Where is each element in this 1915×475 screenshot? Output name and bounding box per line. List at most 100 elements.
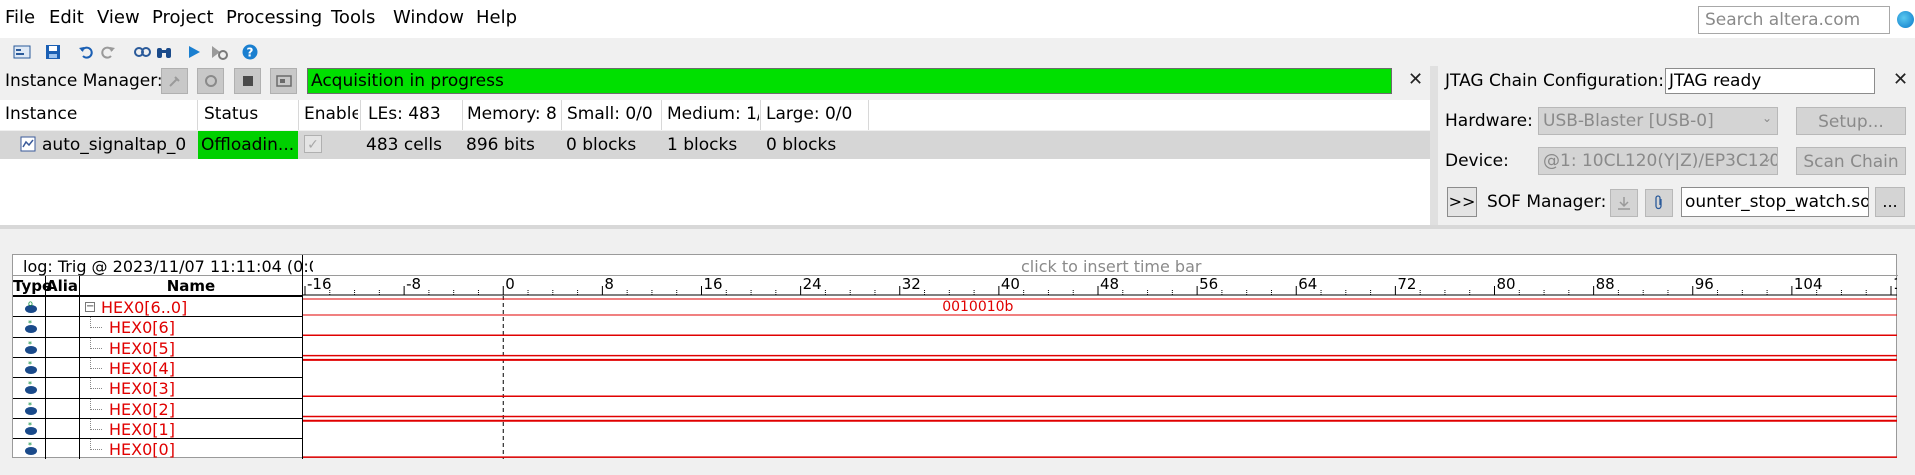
read-data-button[interactable] [270,68,297,94]
menu-file[interactable]: File [5,7,35,28]
run-button[interactable] [161,68,188,94]
menu-processing[interactable]: Processing [226,7,322,28]
signal-row[interactable]: * HEX0[1] [13,417,303,439]
node-finder-icon[interactable] [132,42,152,62]
tick-label: 0 [505,276,515,293]
search-input[interactable]: Search altera.com [1698,6,1890,34]
binoculars-icon[interactable] [154,42,174,62]
signal-name: HEX0[1] [109,419,175,439]
col-large[interactable]: Large: 0/0 [766,104,866,124]
redo-icon[interactable] [98,42,118,62]
autorun-icon[interactable] [209,42,229,62]
program-device-button[interactable] [1610,189,1638,217]
scan-chain-button[interactable]: Scan Chain [1796,147,1906,175]
signal-row[interactable]: * HEX0[2] [13,397,303,419]
panel-splitter[interactable] [1430,66,1438,227]
col-status[interactable]: Status [204,104,294,124]
globe-icon[interactable] [1897,11,1914,28]
instance-manager-label: Instance Manager: [5,71,163,91]
chevron-down-icon: ⌄ [1761,111,1772,125]
signal-row[interactable]: * HEX0[5] [13,336,303,358]
svg-text:*: * [28,442,32,450]
col-memory[interactable]: Memory: 8 [467,104,559,124]
help-icon[interactable]: ? [240,42,260,62]
device-select[interactable]: @1: 10CL120(Y|Z)/EP3C120 ⌄ [1538,147,1778,175]
col-medium[interactable]: Medium: 1/ [667,104,759,124]
col-name[interactable]: Name [80,277,302,295]
hardware-select[interactable]: USB-Blaster [USB-0] ⌄ [1538,107,1778,135]
jtag-label: JTAG Chain Configuration: [1445,71,1664,91]
signal-row[interactable]: * HEX0[0] [13,438,303,460]
instance-manager-header: Instance Manager: Acquisition in progres… [0,66,1430,96]
instance-name: auto_signaltap_0 [42,135,187,155]
table-row[interactable]: auto_signaltap_0 Offloadin... ✓ 483 cell… [0,131,1430,159]
enable-checkbox[interactable]: ✓ [304,135,322,153]
tick-label: 24 [803,276,822,293]
signal-name: HEX0[5] [109,338,175,358]
menu-window[interactable]: Window [393,7,464,28]
insert-time-bar-hint[interactable]: click to insert time bar [1021,257,1201,276]
menu-help[interactable]: Help [476,7,517,28]
jtag-chain-panel: JTAG Chain Configuration: JTAG ready ✕ H… [1438,66,1915,225]
device-label: Device: [1445,151,1509,171]
memory-value: 896 bits [466,135,535,155]
svg-text:*: * [28,402,32,410]
sof-manager-label: SOF Manager: [1487,192,1607,212]
svg-text:*: * [28,361,32,369]
col-les[interactable]: LEs: 483 [368,104,460,124]
stop-button[interactable] [234,68,261,94]
col-enable[interactable]: Enable [304,104,358,124]
tick-label: 88 [1596,276,1615,293]
close-icon[interactable]: ✕ [1408,69,1423,90]
save-icon[interactable] [43,42,63,62]
expand-button[interactable]: >> [1447,187,1477,217]
output-pin-icon: * [23,340,39,354]
autorun-button[interactable] [197,68,224,94]
tick-label: 56 [1199,276,1218,293]
menu-tools[interactable]: Tools [331,7,375,28]
svg-text:*: * [28,320,32,328]
bus-value: 0010010b [942,299,1013,315]
log-label: log: Trig @ 2023/11/07 11:11:04 (0:0 [23,257,313,276]
run-analysis-icon[interactable] [184,42,204,62]
col-type[interactable]: Type [13,277,52,295]
undo-icon[interactable] [76,42,96,62]
toolbar: ? [0,38,1915,66]
svg-text:*: * [28,381,32,389]
horizontal-splitter[interactable] [0,225,1915,229]
download-icon [1618,197,1630,210]
browse-button[interactable]: ... [1875,187,1905,217]
tick-label: 112 [1893,276,1897,293]
svg-text:*: * [28,422,32,430]
signal-name: HEX0[6] [109,318,175,338]
acquisition-status-bar: Acquisition in progress [307,68,1392,94]
signal-row[interactable]: * HEX0[6] [13,316,303,338]
menu-project[interactable]: Project [152,7,214,28]
tick-label: 64 [1298,276,1317,293]
menu-view[interactable]: View [97,7,140,28]
tick-label: 104 [1794,276,1823,293]
signal-name: HEX0[3] [109,379,175,399]
signal-name: HEX0[4] [109,358,175,378]
hardware-value: USB-Blaster [USB-0] [1543,111,1714,131]
hardware-label: Hardware: [1445,111,1533,131]
setup-button[interactable]: Setup... [1796,107,1906,135]
waveform-canvas[interactable]: -16 -8 0 8 16 24 32 40 48 56 64 72 80 88 96 104 112 00100… [303,276,1897,459]
tick-label: 48 [1100,276,1119,293]
col-instance[interactable]: Instance [5,104,195,124]
menu-edit[interactable]: Edit [49,7,84,28]
close-icon[interactable]: ✕ [1893,69,1908,90]
bus-row[interactable]: o − HEX0[6..0] [13,296,303,317]
sof-file-input[interactable]: ounter_stop_watch.sof [1681,187,1869,217]
waveform-viewer: log: Trig @ 2023/11/07 11:11:04 (0:0 cli… [12,254,1898,460]
project-navigator-icon[interactable] [12,42,32,62]
attach-file-button[interactable] [1645,189,1673,217]
output-pin-icon: * [23,319,39,334]
collapse-icon[interactable]: − [85,302,95,312]
signal-row[interactable]: * HEX0[4] [13,356,303,378]
waveform-panel: log: Trig @ 2023/11/07 11:11:04 (0:0 cli… [0,236,1915,475]
signal-row[interactable]: * HEX0[3] [13,377,303,399]
device-value: @1: 10CL120(Y|Z)/EP3C120 [1543,151,1778,171]
col-alias[interactable]: Alias [46,277,78,295]
col-small[interactable]: Small: 0/0 [567,104,659,124]
